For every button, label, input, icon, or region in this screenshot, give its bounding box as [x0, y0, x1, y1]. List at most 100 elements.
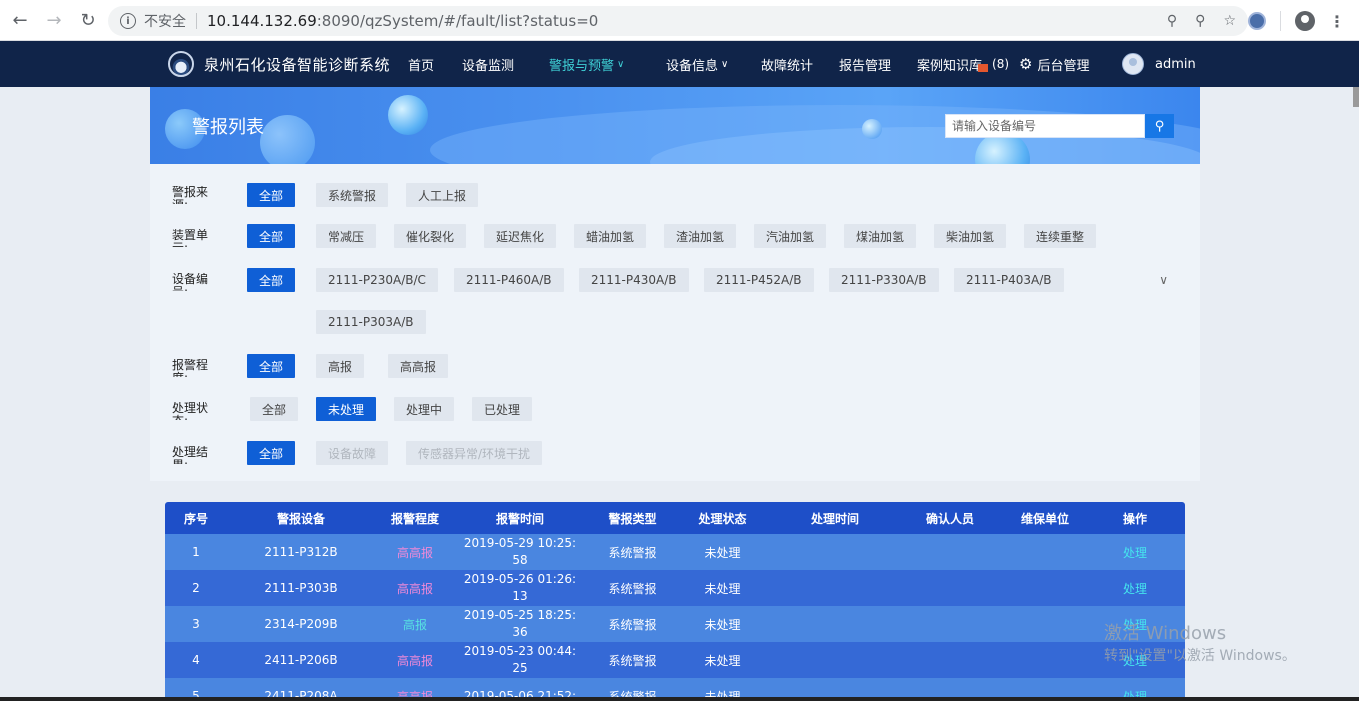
chip-unit[interactable]: 汽油加氢: [754, 224, 827, 248]
chip-unit[interactable]: 柴油加氢: [934, 224, 1007, 248]
cases-count-badge: (8): [992, 57, 1010, 71]
chip-status-unprocessed[interactable]: 未处理: [316, 397, 377, 421]
handle-link[interactable]: 处理: [1095, 570, 1175, 606]
search-button[interactable]: ⚲: [1145, 114, 1174, 138]
filter-row-source: 警报来源: 全部 系统警报 人工上报: [150, 180, 1200, 210]
chip-status-all[interactable]: 全部: [250, 397, 299, 421]
url-text[interactable]: 10.144.132.69:8090/qzSystem/#/fault/list…: [207, 12, 598, 30]
back-icon[interactable]: ←: [6, 6, 34, 34]
cell-time-line2: 36: [512, 625, 528, 639]
chip-device[interactable]: 2111-P430A/B: [579, 268, 689, 292]
filter-label: 警报来源:: [172, 186, 209, 204]
chevron-down-icon[interactable]: ∨: [1159, 273, 1168, 287]
filter-label: 设备编号:: [172, 273, 209, 291]
browser-toolbar: ← → ↻ i 不安全 10.144.132.69:8090/qzSystem/…: [0, 0, 1359, 41]
nav-alarm-label: 警报与预警: [549, 58, 615, 74]
cell-status: 未处理: [704, 617, 741, 632]
address-bar[interactable]: i 不安全 10.144.132.69:8090/qzSystem/#/faul…: [108, 6, 1248, 36]
menu-kebab-icon[interactable]: ⋮: [1329, 12, 1345, 31]
table-header: 序号 警报设备 报警程度 报警时间 警报类型 处理状态 处理时间 确认人员 维保…: [165, 502, 1185, 534]
nav-reports[interactable]: 报告管理: [839, 41, 891, 87]
cell-time: 2019-05-25 18:25: 36: [455, 606, 585, 642]
table-row: 2 2111-P303B 高高报 2019-05-26 01:26: 13 系统警…: [165, 570, 1185, 606]
chip-device[interactable]: 2111-P330A/B: [829, 268, 939, 292]
chip-result-all[interactable]: 全部: [247, 441, 296, 465]
chip-unit[interactable]: 渣油加氢: [664, 224, 737, 248]
filter-label: 报警程度:: [172, 359, 209, 377]
gear-icon: ⚙: [1019, 55, 1033, 73]
nav-admin[interactable]: ⚙ 后台管理: [1019, 41, 1089, 87]
chip-status-processing[interactable]: 处理中: [394, 397, 455, 421]
chip-level-high[interactable]: 高报: [316, 354, 365, 378]
chip-device-all[interactable]: 全部: [247, 268, 296, 292]
cell-device: 2111-P303B: [264, 581, 338, 595]
scrollbar-thumb[interactable]: [1353, 87, 1359, 107]
cell-type: 系统警报: [608, 653, 657, 668]
filter-row-level: 报警程度: 全部 高报 高高报: [150, 353, 1200, 383]
chip-device[interactable]: 2111-P403A/B: [954, 268, 1064, 292]
table-row: 3 2314-P209B 高报 2019-05-25 18:25: 36 系统警报…: [165, 606, 1185, 642]
chip-unit[interactable]: 延迟焦化: [484, 224, 557, 248]
decor-bubble: [862, 119, 882, 139]
nav-fault-stats[interactable]: 故障统计: [761, 41, 813, 87]
alarm-table: 序号 警报设备 报警程度 报警时间 警报类型 处理状态 处理时间 确认人员 维保…: [165, 502, 1185, 701]
chip-device[interactable]: 2111-P230A/B/C: [316, 268, 438, 292]
nav-alarm[interactable]: 警报与预警 ∨: [549, 41, 624, 87]
chip-source-system[interactable]: 系统警报: [316, 183, 389, 207]
nav-home[interactable]: 首页: [408, 41, 434, 87]
star-icon[interactable]: ☆: [1223, 13, 1236, 29]
page-scrollbar[interactable]: [1353, 87, 1359, 701]
reload-icon[interactable]: ↻: [74, 6, 102, 34]
th-time: 报警时间: [495, 511, 544, 526]
url-host: 10.144.132.69: [207, 12, 317, 30]
page-banner: 警报列表 ⚲: [150, 87, 1200, 164]
search-input[interactable]: [945, 114, 1145, 138]
th-type: 警报类型: [608, 511, 657, 526]
nav-cases[interactable]: 案例知识库 (8): [917, 41, 1009, 87]
url-path: :8090/qzSystem/#/fault/list?status=0: [316, 12, 599, 30]
cell-status: 未处理: [704, 653, 741, 668]
nav-cases-label: 案例知识库: [917, 58, 983, 74]
chip-device[interactable]: 2111-P452A/B: [704, 268, 814, 292]
chip-level-highhigh[interactable]: 高高报: [388, 354, 449, 378]
chip-unit-all[interactable]: 全部: [247, 224, 296, 248]
brand[interactable]: 泉州石化设备智能诊断系统: [168, 41, 390, 87]
chip-device[interactable]: 2111-P303A/B: [316, 310, 426, 334]
chip-unit[interactable]: 煤油加氢: [844, 224, 917, 248]
th-op: 操作: [1122, 511, 1147, 526]
extension-icon[interactable]: [1248, 12, 1266, 30]
nav-monitor[interactable]: 设备监测: [462, 41, 514, 87]
handle-link[interactable]: 处理: [1095, 534, 1175, 570]
notification-flag-icon: [978, 64, 989, 72]
th-confirmer: 确认人员: [925, 511, 974, 526]
chip-unit[interactable]: 蜡油加氢: [574, 224, 647, 248]
cell-time-line1: 2019-05-26 01:26:: [463, 572, 577, 586]
chip-result-fault[interactable]: 设备故障: [316, 441, 389, 465]
chip-unit[interactable]: 催化裂化: [394, 224, 467, 248]
cell-no: 2: [192, 581, 200, 595]
chip-device[interactable]: 2111-P460A/B: [454, 268, 564, 292]
nav-device-info[interactable]: 设备信息 ∨: [666, 41, 728, 87]
chip-unit[interactable]: 常减压: [316, 224, 377, 248]
page-title: 警报列表: [192, 116, 264, 138]
cell-no: 4: [192, 653, 200, 667]
cell-time: 2019-05-29 10:25: 58: [455, 534, 585, 570]
avatar[interactable]: [1122, 53, 1144, 75]
key-icon[interactable]: ⚲: [1167, 13, 1177, 29]
chip-result-sensor[interactable]: 传感器异常/环境干扰: [406, 441, 543, 465]
zoom-icon[interactable]: ⚲: [1195, 13, 1205, 29]
filter-panel: 警报来源: 全部 系统警报 人工上报 装置单元: 全部 常减压 催化裂化 延迟焦…: [150, 164, 1200, 481]
forward-icon[interactable]: →: [40, 6, 68, 34]
chip-source-manual[interactable]: 人工上报: [406, 183, 479, 207]
chip-source-all[interactable]: 全部: [247, 183, 296, 207]
chip-unit[interactable]: 连续重整: [1024, 224, 1097, 248]
chip-status-processed[interactable]: 已处理: [472, 397, 533, 421]
cell-device: 2314-P209B: [264, 617, 338, 631]
cell-level: 高高报: [396, 545, 433, 560]
chip-level-all[interactable]: 全部: [247, 354, 296, 378]
info-icon[interactable]: i: [120, 13, 136, 29]
profile-icon[interactable]: [1295, 11, 1315, 31]
divider: [1280, 11, 1281, 31]
filter-row-status: 处理状态: 全部 未处理 处理中 已处理: [150, 396, 1200, 426]
username[interactable]: admin: [1155, 41, 1196, 87]
